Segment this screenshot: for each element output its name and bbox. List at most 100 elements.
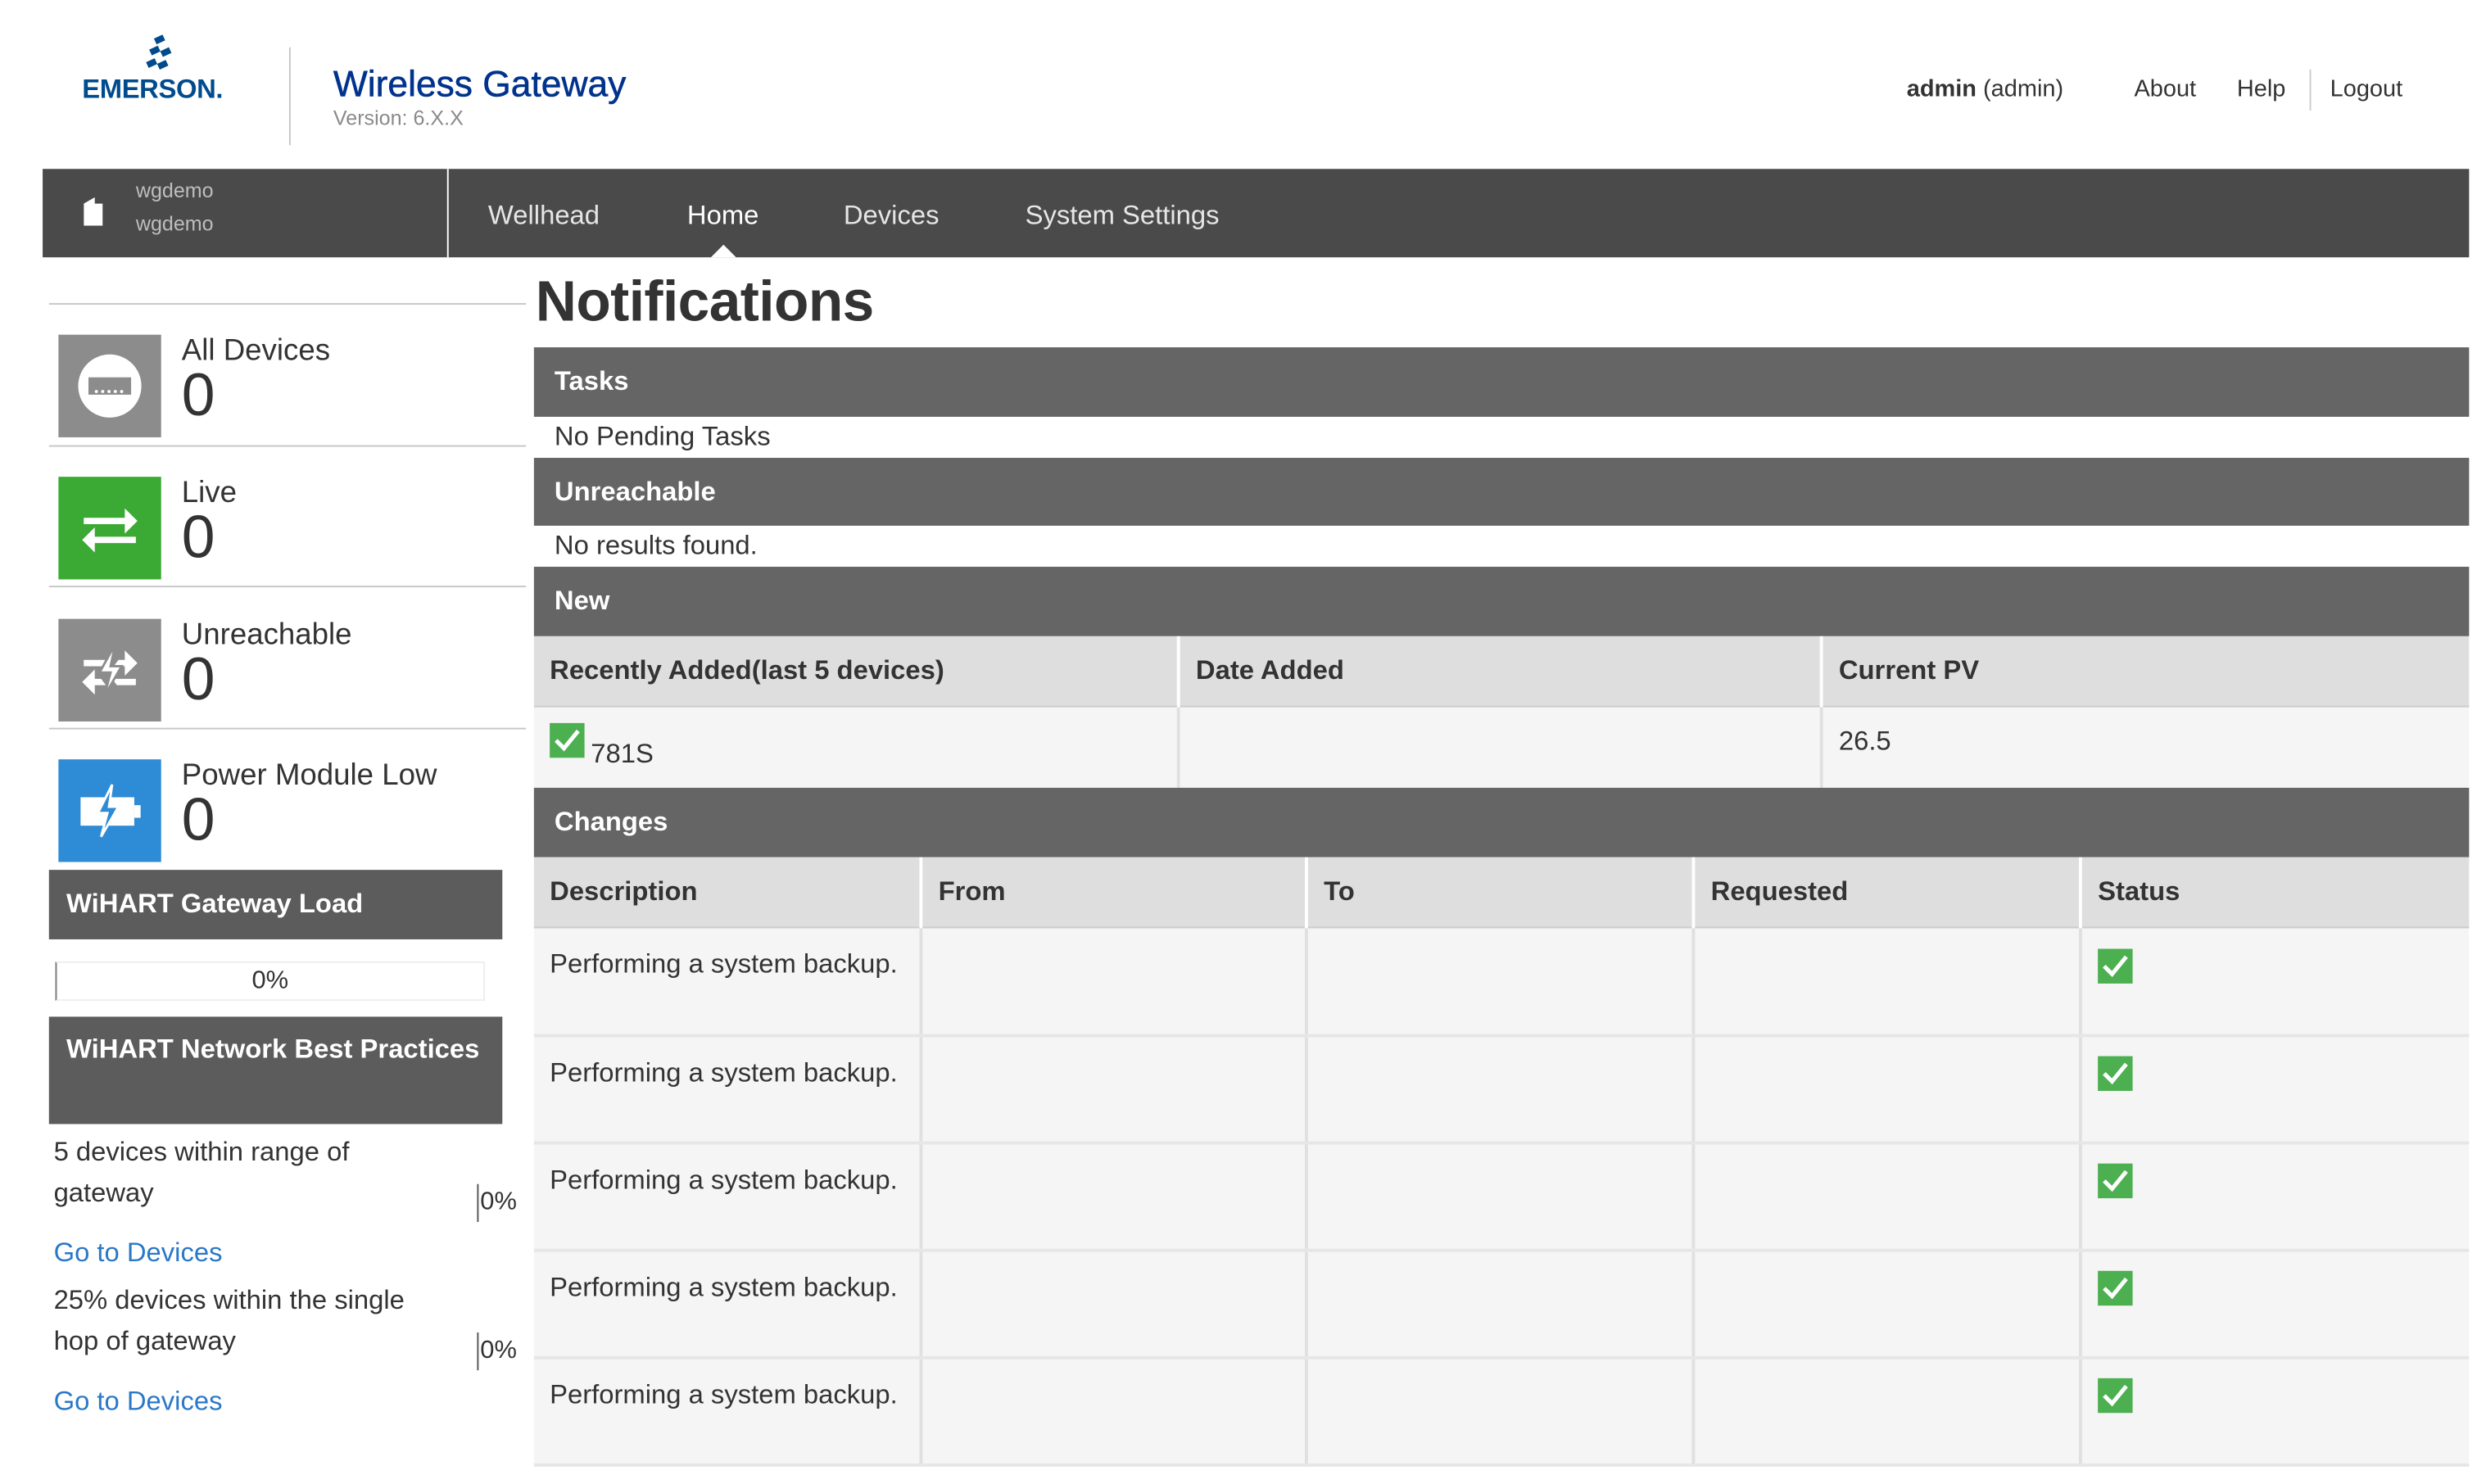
from-cell <box>919 927 1306 1037</box>
app-version: Version: 6.X.X <box>333 106 464 130</box>
broken-link-icon <box>82 643 138 697</box>
help-link[interactable]: Help <box>2237 76 2286 103</box>
best-practice-value: 0% <box>477 1332 517 1371</box>
unreachable-empty-message: No results found. <box>554 530 758 561</box>
check-icon <box>2098 1163 2133 1199</box>
main-navbar: wgdemo wgdemo Wellhead Home Devices Syst… <box>43 169 2470 258</box>
table-row[interactable]: Performing a system backup. <box>533 1034 2470 1144</box>
column-header[interactable]: Status <box>2078 857 2470 929</box>
header-link-separator <box>2309 69 2312 111</box>
unreachable-tile[interactable] <box>58 618 161 722</box>
best-practice-text: 5 devices within range of gateway <box>53 1136 350 1208</box>
new-devices-table: Recently Added(last 5 devices) Date Adde… <box>533 636 2470 808</box>
device-name: 781S <box>591 740 654 770</box>
check-icon <box>2098 948 2133 983</box>
check-icon <box>2098 1056 2133 1092</box>
requested-cell <box>1691 1356 2081 1466</box>
check-icon <box>550 722 585 758</box>
tasks-empty-message: No Pending Tasks <box>554 421 771 452</box>
check-icon <box>2098 1378 2133 1414</box>
sidebar-divider <box>48 586 527 588</box>
power-module-low-label: Power Module Low <box>181 759 437 793</box>
emerson-logo[interactable]: EMERSON. <box>82 34 243 111</box>
all-devices-tile[interactable] <box>58 334 161 437</box>
page-title: Notifications <box>535 268 875 333</box>
requested-cell <box>1691 1034 2081 1144</box>
description-cell: Performing a system backup. <box>533 1356 922 1466</box>
about-link[interactable]: About <box>2134 76 2196 103</box>
power-module-low-tile[interactable] <box>58 759 161 862</box>
column-header[interactable]: Description <box>533 857 922 929</box>
user-info: admin (admin) <box>1907 76 2063 103</box>
header-divider <box>288 47 291 146</box>
table-row[interactable]: Performing a system backup. <box>533 1249 2470 1359</box>
live-count: 0 <box>181 504 215 572</box>
from-cell <box>919 1249 1306 1359</box>
from-cell <box>919 1034 1306 1144</box>
table-header-row: Description From To Requested Status <box>533 857 2470 929</box>
tasks-header: Tasks <box>533 347 2470 417</box>
site-subname: wgdemo <box>135 211 214 236</box>
to-cell <box>1304 1249 1694 1359</box>
from-cell <box>919 1356 1306 1466</box>
column-header[interactable]: Date Added <box>1176 636 1822 708</box>
status-cell <box>2078 927 2470 1037</box>
unreachable-count: 0 <box>181 647 215 714</box>
nav-system-settings[interactable]: System Settings <box>1026 201 1220 233</box>
sidebar-divider <box>48 303 527 305</box>
go-to-devices-link[interactable]: Go to Devices <box>54 1237 223 1269</box>
app-canvas: EMERSON. Wireless Gateway Version: 6.X.X… <box>0 0 2477 1484</box>
table-header-row: Recently Added(last 5 devices) Date Adde… <box>533 636 2470 708</box>
requested-cell <box>1691 927 2081 1037</box>
nav-active-caret-icon <box>710 244 736 258</box>
live-tile[interactable] <box>58 477 161 580</box>
best-practices-header: WiHART Network Best Practices <box>48 1016 503 1124</box>
table-row[interactable]: Performing a system backup. <box>533 927 2470 1037</box>
device-icon <box>78 354 142 418</box>
best-practice-text: 25% devices within the single hop of gat… <box>53 1285 405 1356</box>
gateway-load-value: 0% <box>251 967 289 995</box>
sidebar-divider <box>48 727 527 730</box>
to-cell <box>1304 1142 1694 1251</box>
transfer-arrows-icon <box>82 508 138 553</box>
to-cell <box>1304 1034 1694 1144</box>
changes-header: Changes <box>533 787 2470 857</box>
table-row[interactable]: Performing a system backup. <box>533 1142 2470 1251</box>
power-module-low-count: 0 <box>181 787 215 854</box>
logout-link[interactable]: Logout <box>2330 76 2403 103</box>
from-cell <box>919 1142 1306 1251</box>
gateway-load-header: WiHART Gateway Load <box>48 870 503 939</box>
site-name: wgdemo <box>135 178 214 202</box>
status-cell <box>2078 1034 2470 1144</box>
nav-home[interactable]: Home <box>687 201 758 233</box>
app-title: Wireless Gateway <box>333 63 627 105</box>
nav-wellhead[interactable]: Wellhead <box>488 201 600 233</box>
unreachable-header: Unreachable <box>533 458 2470 526</box>
changes-table: Description From To Requested Status Per… <box>533 857 2470 1466</box>
new-header: New <box>533 567 2470 636</box>
requested-cell <box>1691 1249 2081 1359</box>
user-name: admin <box>1906 75 1977 103</box>
description-cell: Performing a system backup. <box>533 1034 922 1144</box>
site-selector[interactable]: wgdemo wgdemo <box>43 169 449 258</box>
best-practice-value: 0% <box>477 1183 517 1223</box>
site-building-icon <box>84 197 103 226</box>
status-cell <box>2078 1142 2470 1251</box>
emerson-logo-mark-icon <box>146 34 172 70</box>
sidebar-divider <box>48 445 527 447</box>
column-header[interactable]: Recently Added(last 5 devices) <box>533 636 1179 708</box>
column-header[interactable]: Requested <box>1691 857 2081 929</box>
check-icon <box>2098 1270 2133 1306</box>
table-row[interactable]: Performing a system backup. <box>533 1356 2470 1466</box>
column-header[interactable]: To <box>1304 857 1694 929</box>
to-cell <box>1304 927 1694 1037</box>
column-header[interactable]: Current PV <box>1819 636 2470 708</box>
description-cell: Performing a system backup. <box>533 927 922 1037</box>
emerson-logo-text: EMERSON. <box>82 74 224 105</box>
go-to-devices-link[interactable]: Go to Devices <box>54 1386 223 1418</box>
status-cell <box>2078 1356 2470 1466</box>
user-role: (admin) <box>1983 75 2064 103</box>
nav-devices[interactable]: Devices <box>844 201 940 233</box>
column-header[interactable]: From <box>919 857 1306 929</box>
to-cell <box>1304 1356 1694 1466</box>
